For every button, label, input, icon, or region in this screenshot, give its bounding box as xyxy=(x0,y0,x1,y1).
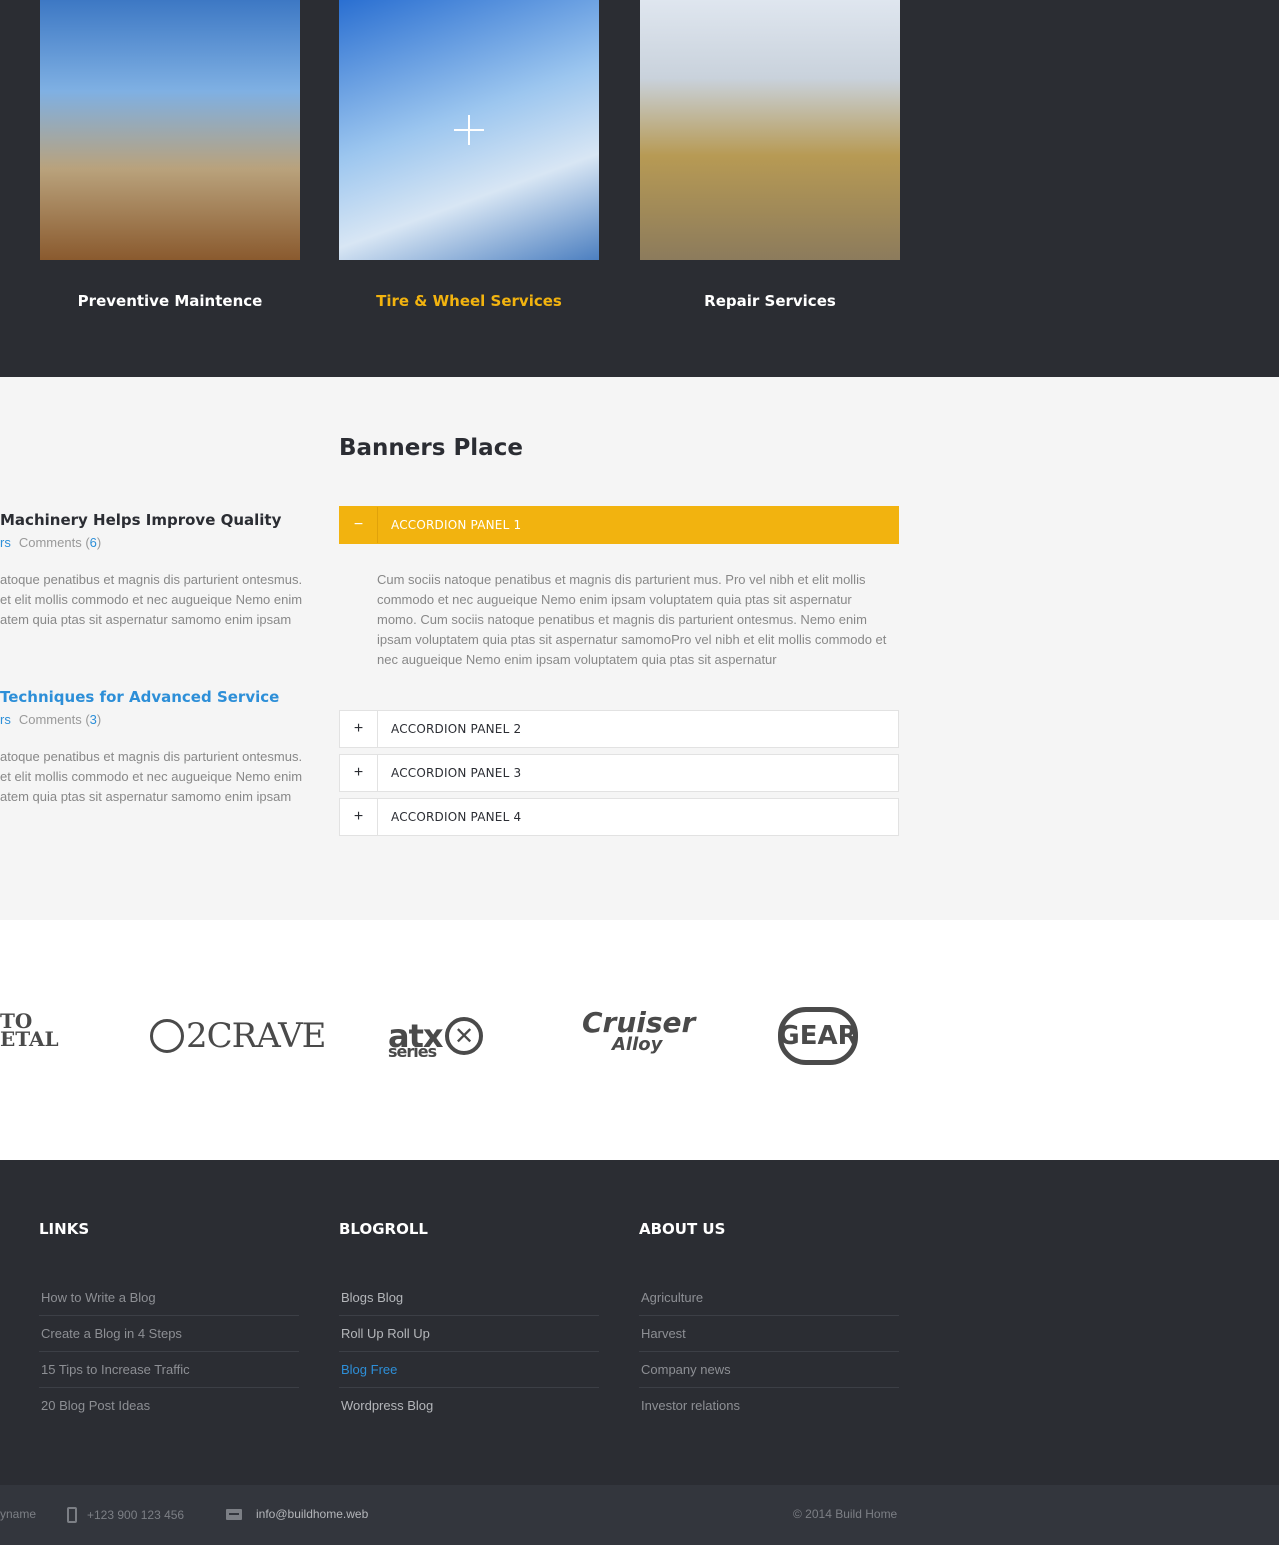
post-excerpt: atoque penatibus et magnis dis parturien… xyxy=(0,572,303,627)
footer-heading: BLOGROLL xyxy=(339,1220,428,1238)
footer-link[interactable]: Blog Free xyxy=(339,1352,599,1388)
logo-sub: series xyxy=(388,1042,437,1061)
logo-line: ETAL xyxy=(0,1027,59,1051)
comments-count[interactable]: 3 xyxy=(90,712,97,727)
footer: LINKS How to Write a Blog Create a Blog … xyxy=(0,1160,1279,1485)
partner-logo-gear[interactable]: GEAR xyxy=(778,1007,858,1065)
footer-link[interactable]: Create a Blog in 4 Steps xyxy=(39,1316,299,1352)
accordion-label: ACCORDION PANEL 1 xyxy=(391,518,522,532)
expand-icon[interactable]: + xyxy=(340,755,378,791)
mail-icon xyxy=(226,1508,242,1520)
service-image-dump-truck[interactable] xyxy=(40,0,300,260)
bottom-bar: yname +123 900 123 456 info@buildhome.we… xyxy=(0,1485,1279,1545)
logo-text: 2CRAVE xyxy=(186,1016,326,1056)
footer-link[interactable]: How to Write a Blog xyxy=(39,1280,299,1316)
accordion-body: Cum sociis natoque penatibus et magnis d… xyxy=(377,572,887,667)
post-meta: rs Comments (3) xyxy=(0,712,102,727)
content-section: Machinery Helps Improve Quality rs Commen… xyxy=(0,377,1279,920)
accordion-label: ACCORDION PANEL 2 xyxy=(391,722,522,736)
accordion-header[interactable]: + ACCORDION PANEL 4 xyxy=(339,798,899,836)
footer-link[interactable]: Blogs Blog xyxy=(339,1280,599,1316)
contact-phone: +123 900 123 456 xyxy=(67,1507,184,1523)
logo-sub: Alloy xyxy=(612,1034,663,1055)
accordion-panel-2: + ACCORDION PANEL 2 xyxy=(339,710,899,748)
accordion-panel-4: + ACCORDION PANEL 4 xyxy=(339,798,899,836)
logo-text: Cruiser xyxy=(582,1006,696,1039)
partner-logos: TO ETAL 2CRAVE atx ✕ series Cruiser Allo… xyxy=(0,920,1279,1160)
phone-number: +123 900 123 456 xyxy=(87,1508,185,1522)
contact-email: info@buildhome.web xyxy=(226,1507,368,1521)
service-title[interactable]: Tire & Wheel Services xyxy=(339,292,599,310)
crave-ring-icon xyxy=(150,1019,184,1053)
email-link[interactable]: info@buildhome.web xyxy=(256,1507,368,1521)
accordion-panel-1: − ACCORDION PANEL 1 Cum sociis natoque p… xyxy=(339,506,899,670)
post-excerpt: atoque penatibus et magnis dis parturien… xyxy=(0,749,303,804)
service-card-tire-wheel[interactable]: Tire & Wheel Services xyxy=(339,0,599,310)
partner-logo-atx[interactable]: atx ✕ series xyxy=(388,1012,483,1061)
footer-link[interactable]: Roll Up Roll Up xyxy=(339,1316,599,1352)
accordion-header[interactable]: − ACCORDION PANEL 1 xyxy=(339,506,899,544)
service-image-industrial-pipes[interactable] xyxy=(339,0,599,260)
expand-icon[interactable]: + xyxy=(340,711,378,747)
zoom-plus-icon xyxy=(454,115,484,145)
partner-logo-2crave[interactable]: 2CRAVE xyxy=(150,1012,326,1060)
banners-title: Banners Place xyxy=(339,435,523,461)
services-section: Preventive Maintence Tire & Wheel Servic… xyxy=(0,0,1279,377)
wrench-circle-icon: ✕ xyxy=(444,1017,483,1055)
footer-link[interactable]: Company news xyxy=(639,1352,899,1388)
accordion-label: ACCORDION PANEL 3 xyxy=(391,766,522,780)
logo-text: GEAR xyxy=(778,1021,858,1051)
collapse-icon[interactable]: − xyxy=(340,507,378,543)
partner-logo-metal[interactable]: TO ETAL xyxy=(0,1011,59,1060)
footer-blogroll-column: BLOGROLL Blogs Blog Roll Up Roll Up Blog… xyxy=(339,1220,599,1424)
post-title[interactable]: Machinery Helps Improve Quality xyxy=(0,511,310,529)
footer-link[interactable]: Harvest xyxy=(639,1316,899,1352)
post-author-link[interactable]: rs xyxy=(0,712,11,727)
blog-post: Techniques for Advanced Service rs Commen… xyxy=(0,688,310,807)
service-card-preventive[interactable]: Preventive Maintence xyxy=(40,0,300,310)
copyright: © 2014 Build Home xyxy=(793,1507,898,1521)
accordion-label: ACCORDION PANEL 4 xyxy=(391,810,522,824)
footer-link[interactable]: 20 Blog Post Ideas xyxy=(39,1388,299,1424)
footer-about-column: ABOUT US Agriculture Harvest Company new… xyxy=(639,1220,899,1424)
comments-label: Comments xyxy=(18,535,82,550)
service-title[interactable]: Repair Services xyxy=(640,292,900,310)
post-author-link[interactable]: rs xyxy=(0,535,11,550)
accordion-panel-3: + ACCORDION PANEL 3 xyxy=(339,754,899,792)
service-card-repair[interactable]: Repair Services xyxy=(640,0,900,310)
post-title[interactable]: Techniques for Advanced Service xyxy=(0,688,310,706)
partner-logo-cruiser-alloy[interactable]: Cruiser Alloy xyxy=(582,1006,696,1060)
blog-post: Machinery Helps Improve Quality rs Commen… xyxy=(0,511,310,630)
footer-heading: LINKS xyxy=(39,1220,90,1238)
service-title[interactable]: Preventive Maintence xyxy=(40,292,300,310)
gear-icon: GEAR xyxy=(778,1007,858,1065)
post-meta: rs Comments (6) xyxy=(0,535,102,550)
footer-links-column: LINKS How to Write a Blog Create a Blog … xyxy=(39,1220,299,1424)
footer-heading: ABOUT US xyxy=(639,1220,726,1238)
service-image-yellow-pipeline[interactable] xyxy=(640,0,900,260)
footer-link[interactable]: Wordpress Blog xyxy=(339,1388,599,1424)
accordion-header[interactable]: + ACCORDION PANEL 3 xyxy=(339,754,899,792)
accordion-header[interactable]: + ACCORDION PANEL 2 xyxy=(339,710,899,748)
phone-icon xyxy=(67,1507,77,1523)
contact-name: yname xyxy=(0,1507,37,1521)
footer-link[interactable]: 15 Tips to Increase Traffic xyxy=(39,1352,299,1388)
footer-link[interactable]: Investor relations xyxy=(639,1388,899,1424)
expand-icon[interactable]: + xyxy=(340,799,378,835)
comments-count[interactable]: 6 xyxy=(90,535,97,550)
footer-link[interactable]: Agriculture xyxy=(639,1280,899,1316)
comments-label: Comments xyxy=(18,712,82,727)
